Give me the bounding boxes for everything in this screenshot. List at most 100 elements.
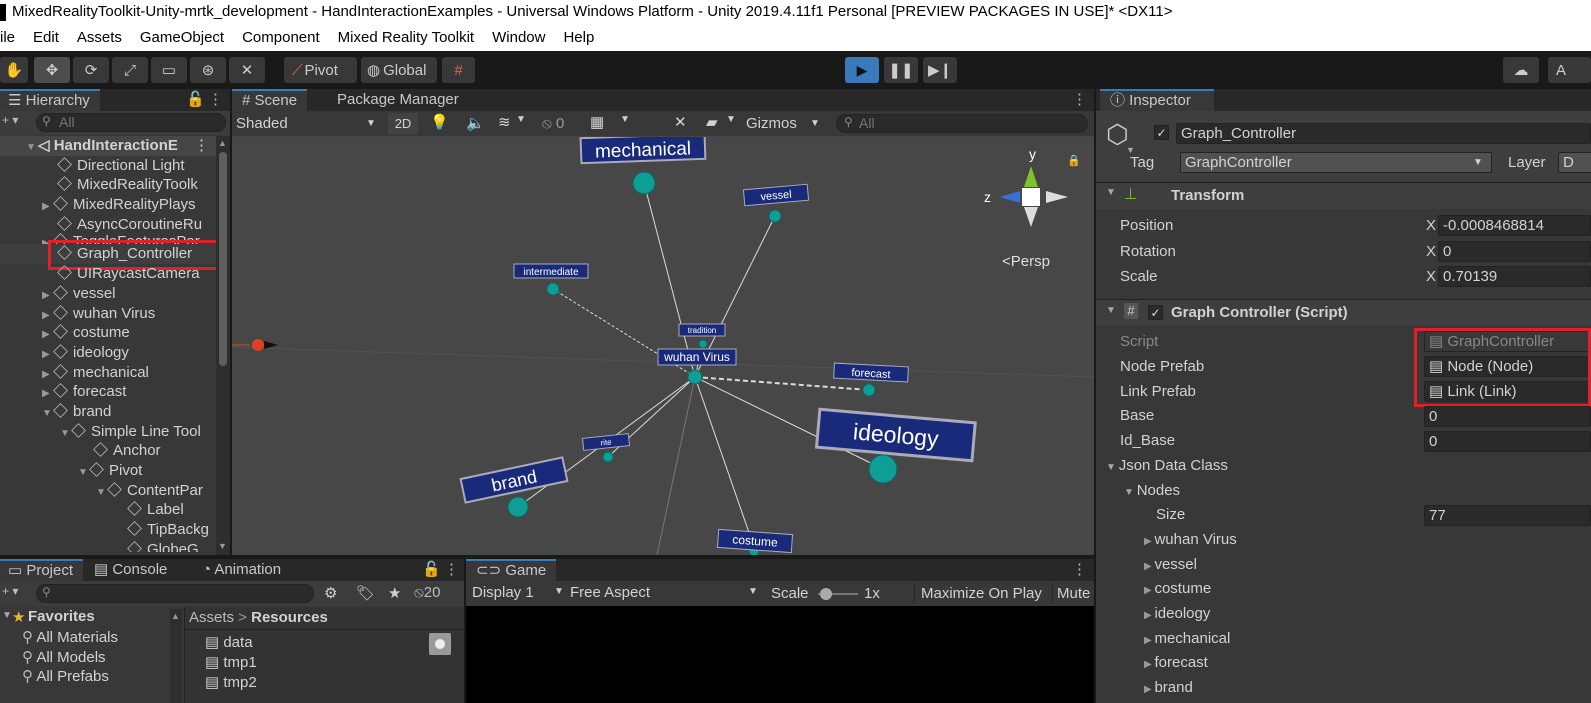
scrollbar-thumb[interactable]: [219, 152, 227, 366]
graph-node[interactable]: [698, 339, 708, 349]
scale-tool-button[interactable]: ⤢: [112, 57, 148, 83]
scale-slider-thumb[interactable]: [820, 588, 832, 600]
favorite-star-icon[interactable]: ★: [388, 584, 401, 602]
hierarchy-item[interactable]: ▼ Simple Line Tool: [0, 422, 201, 442]
graph-node[interactable]: [768, 209, 782, 223]
size-field[interactable]: [1424, 505, 1591, 526]
scene-viewport[interactable]: mechanical vessel intermediate tradition…: [232, 137, 1094, 555]
scene-root-row[interactable]: ▼ ◁ HandInteractionE ⋮: [0, 136, 216, 156]
menu-assets[interactable]: Assets: [68, 24, 131, 51]
hierarchy-item[interactable]: ▶ MixedRealityPlays: [0, 195, 196, 215]
scene-menu-icon[interactable]: ⋮: [194, 136, 209, 156]
hierarchy-item[interactable]: ▼ brand: [0, 402, 111, 422]
gizmo-center-cube[interactable]: [1022, 188, 1040, 206]
game-view[interactable]: [466, 606, 1094, 703]
collapse-arrow-icon[interactable]: ▼: [1106, 305, 1116, 316]
graph-node[interactable]: [868, 454, 898, 484]
hierarchy-item[interactable]: ▶ wuhan Virus: [0, 304, 155, 324]
scene-search-input[interactable]: [836, 114, 1088, 133]
tab-game[interactable]: ⊂⊃ Game: [466, 559, 557, 581]
lock-view-icon[interactable]: 🔒: [1067, 154, 1081, 167]
menu-window[interactable]: Window: [483, 24, 554, 51]
asset-file-tmp1[interactable]: ▤ tmp1: [205, 653, 257, 671]
graph-node[interactable]: [862, 383, 876, 397]
tab-hierarchy[interactable]: ☰ Hierarchy: [0, 89, 100, 111]
account-button[interactable]: A: [1548, 57, 1591, 83]
active-checkbox[interactable]: ✓: [1154, 125, 1169, 140]
tab-scene[interactable]: # Scene: [232, 89, 308, 111]
node-element-vessel[interactable]: ▶ vessel: [1144, 556, 1197, 576]
hierarchy-item[interactable]: ▶ ideology: [0, 343, 129, 363]
favorite-all-materials[interactable]: ⚲ All Materials: [22, 628, 118, 646]
pivot-toggle-button[interactable]: ⟋ Pivot: [284, 57, 357, 83]
step-button[interactable]: ▶❙: [923, 57, 957, 83]
menu-edit[interactable]: Edit: [24, 24, 68, 51]
create-dropdown[interactable]: + ▾: [2, 113, 18, 127]
audio-icon[interactable]: 🔈: [466, 114, 485, 132]
graph-node[interactable]: [507, 496, 529, 518]
tab-project[interactable]: ▭ Project: [0, 559, 84, 581]
node-element-mechanical[interactable]: ▶ mechanical: [1144, 630, 1230, 650]
layer-dropdown[interactable]: D: [1558, 152, 1591, 173]
rotation-x-field[interactable]: [1438, 241, 1591, 262]
label-icon[interactable]: 🏷: [356, 584, 375, 602]
create-dropdown[interactable]: + ▾: [2, 584, 18, 598]
node-element-costume[interactable]: ▶ costume: [1144, 580, 1211, 600]
node-element-forecast[interactable]: ▶ forecast: [1144, 654, 1208, 674]
tab-animation[interactable]: ◔ Animation: [192, 559, 291, 581]
scale-x-field[interactable]: [1438, 266, 1591, 287]
play-button[interactable]: ▶: [845, 57, 879, 83]
graph-node[interactable]: [602, 451, 614, 463]
scroll-up-icon[interactable]: ▲: [218, 138, 227, 148]
hierarchy-item[interactable]: ▶ mechanical: [0, 363, 149, 383]
menu-file[interactable]: ile: [0, 24, 24, 51]
panel-menu-icon[interactable]: ⋮: [1072, 560, 1087, 578]
2d-toggle-button[interactable]: 2D: [388, 113, 418, 134]
scroll-up-icon[interactable]: ▲: [171, 611, 180, 621]
hierarchy-item[interactable]: Label: [0, 500, 184, 520]
favorites-scrollbar[interactable]: ▲: [170, 609, 182, 703]
menu-mixed-reality-toolkit[interactable]: Mixed Reality Toolkit: [329, 24, 483, 51]
effects-dropdown-icon[interactable]: ▼: [516, 114, 526, 125]
effects-icon[interactable]: ≋: [498, 113, 511, 131]
graph-node[interactable]: [546, 282, 560, 296]
maximize-on-play-toggle[interactable]: Maximize On Play: [914, 583, 1048, 604]
scroll-down-icon[interactable]: ▼: [218, 541, 227, 551]
lock-icon[interactable]: 🔓: [422, 560, 441, 578]
hierarchy-search-input[interactable]: [36, 113, 226, 132]
hierarchy-item[interactable]: ▼ Pivot: [0, 461, 142, 481]
gizmos-dropdown[interactable]: Gizmos ▼: [746, 113, 826, 134]
hierarchy-item[interactable]: MixedRealityToolk: [0, 175, 198, 195]
base-field[interactable]: [1424, 406, 1591, 427]
script-component-header[interactable]: ▼ # ✓ Graph Controller (Script): [1096, 299, 1591, 326]
grid-dropdown-icon[interactable]: ▼: [620, 114, 630, 125]
cloud-button[interactable]: ☁: [1503, 57, 1539, 83]
nodes-foldout[interactable]: ▼ Nodes: [1124, 482, 1180, 502]
camera-dropdown-icon[interactable]: ▼: [726, 114, 736, 125]
lock-icon[interactable]: 🔓: [186, 90, 205, 108]
favorite-all-models[interactable]: ⚲ All Models: [22, 648, 106, 666]
thumbnail-size-toggle[interactable]: [429, 633, 451, 655]
node-element-ideology[interactable]: ▶ ideology: [1144, 605, 1210, 625]
hidden-objects-toggle[interactable]: ⦸ 0: [542, 113, 582, 134]
aspect-dropdown[interactable]: Free Aspect ▼: [570, 584, 762, 601]
hierarchy-item[interactable]: Anchor: [0, 441, 161, 461]
expand-arrow-icon[interactable]: ▼: [2, 610, 12, 621]
graph-node[interactable]: [632, 171, 656, 195]
tag-dropdown[interactable]: GraphController ▼: [1180, 152, 1492, 173]
favorite-all-prefabs[interactable]: ⚲ All Prefabs: [22, 667, 109, 685]
hierarchy-item[interactable]: ▶ forecast: [0, 382, 126, 402]
id-base-field[interactable]: [1424, 431, 1591, 452]
hand-tool-button[interactable]: ✋: [0, 57, 28, 83]
persp-label[interactable]: <Persp: [1002, 253, 1050, 270]
panel-menu-icon[interactable]: ⋮: [1072, 90, 1087, 108]
tab-inspector[interactable]: ⓘ Inspector: [1100, 89, 1214, 111]
asset-file-tmp2[interactable]: ▤ tmp2: [205, 673, 257, 691]
camera-icon[interactable]: ▰: [706, 113, 718, 131]
tools-icon[interactable]: ✕: [674, 113, 687, 131]
hierarchy-item[interactable]: UIRaycastCamera: [0, 264, 200, 284]
hierarchy-item[interactable]: Directional Light: [0, 156, 185, 176]
node-element-brand[interactable]: ▶ brand: [1144, 679, 1193, 699]
asset-file-data[interactable]: ▤ data: [205, 633, 253, 651]
hierarchy-item[interactable]: TipBackg: [0, 520, 209, 540]
